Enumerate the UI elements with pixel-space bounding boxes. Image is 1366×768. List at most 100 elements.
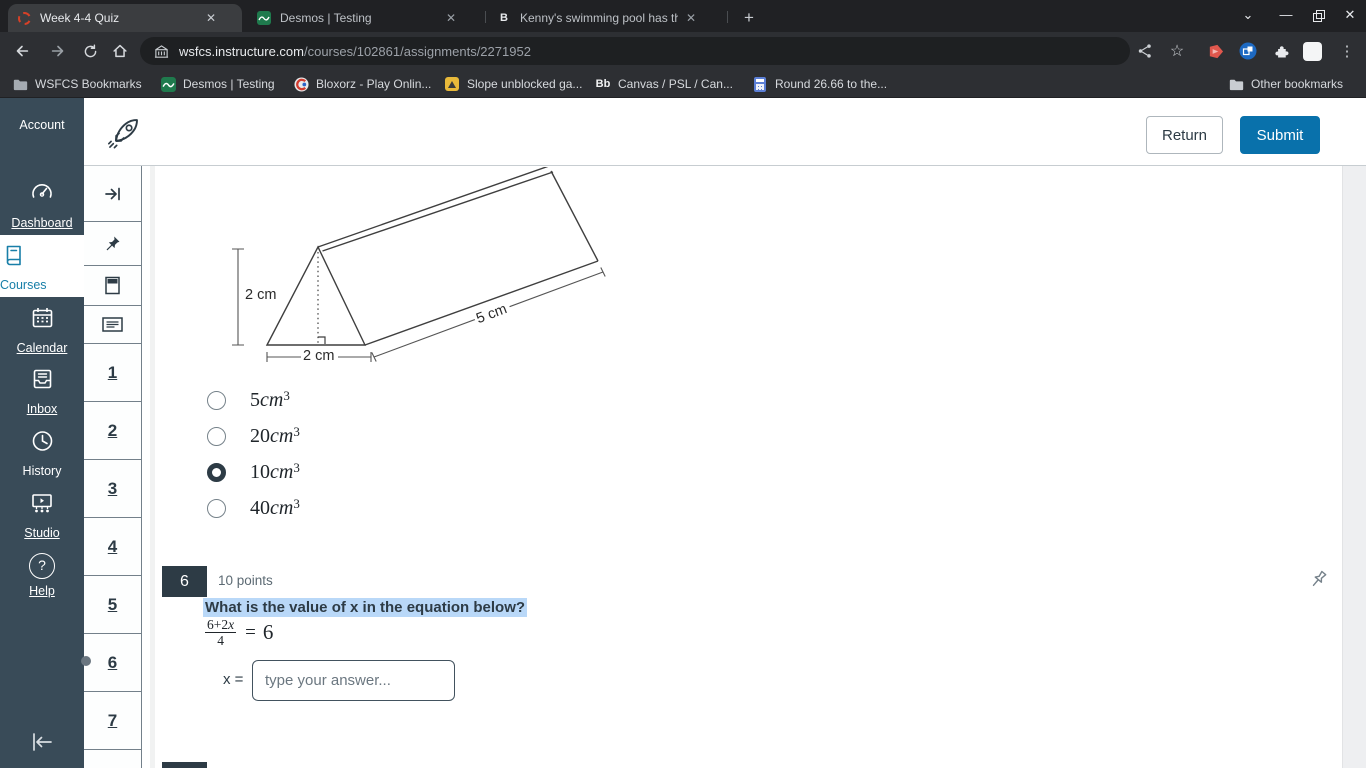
notebook-icon (105, 276, 120, 295)
question-nav-item-3[interactable]: 3 (84, 460, 141, 518)
pushpin-icon (106, 236, 120, 251)
option-label: 40cm3 (250, 496, 300, 519)
bookmark-desmos[interactable]: Desmos | Testing (160, 70, 275, 98)
help-question-icon: ? (29, 553, 55, 579)
minimize-window-button[interactable]: — (1270, 0, 1302, 32)
length-dim-label: 5 cm (471, 298, 513, 327)
notebook-tool-button[interactable] (84, 266, 141, 306)
tab-desmos-testing[interactable]: Desmos | Testing ✕ (248, 4, 482, 32)
other-bookmarks-folder[interactable]: Other bookmarks (1228, 70, 1343, 98)
radio-button[interactable] (207, 426, 226, 446)
fraction: 6+2x 4 (205, 617, 237, 648)
bookmark-bloxorz[interactable]: Bloxorz - Play Onlin... (293, 70, 431, 98)
inbox-icon (33, 369, 51, 389)
url-text: wsfcs.instructure.com/courses/102861/ass… (179, 44, 531, 59)
arrow-to-bar-icon (104, 187, 120, 200)
rocket-icon (107, 119, 138, 149)
option-label: 20cm3 (250, 424, 300, 447)
folder-icon (12, 76, 28, 92)
bookmark-star-icon[interactable]: ☆ (1164, 39, 1190, 63)
extension-red-icon[interactable] (1202, 39, 1228, 63)
bookmark-canvas-psl[interactable]: Bb Canvas / PSL / Can... (595, 70, 733, 98)
bookmark-slope[interactable]: Slope unblocked ga... (444, 70, 582, 98)
answer-option[interactable]: 5cm3 (207, 388, 290, 412)
next-question-badge-partial (162, 762, 207, 768)
sidebar-item-help[interactable]: ? Help (0, 553, 84, 600)
sidebar-item-account[interactable]: Account (0, 111, 84, 134)
question-nav-item-2[interactable]: 2 (84, 402, 141, 460)
home-button[interactable] (106, 37, 134, 65)
tab-title: Desmos | Testing (280, 11, 372, 25)
scrollbar-gutter[interactable] (1342, 166, 1366, 768)
url-path: /courses/102861/assignments/2271952 (303, 43, 531, 59)
restore-window-button[interactable] (1302, 0, 1334, 32)
new-tab-button[interactable]: + (736, 5, 762, 31)
tab-week-4-4-quiz[interactable]: Week 4-4 Quiz ✕ (8, 4, 242, 32)
sidebar-item-inbox[interactable]: Inbox (0, 366, 84, 418)
question-prompt: What is the value of x in the equation b… (203, 598, 528, 617)
browser-toolbar: wsfcs.instructure.com/courses/102861/ass… (0, 32, 1366, 70)
quiz-content: 2 cm 2 cm 5 cm 5cm3 20cm3 10cm3 40cm3 6 … (162, 166, 1342, 768)
question-nav-item-1[interactable]: 1 (84, 344, 141, 402)
profile-avatar[interactable] (1299, 39, 1325, 63)
browser-menu-kebab-icon[interactable]: ⋮ (1334, 39, 1360, 63)
submit-button[interactable]: Submit (1240, 116, 1320, 154)
sidebar-item-calendar[interactable]: Calendar (0, 305, 84, 357)
notes-card-button[interactable] (84, 306, 141, 344)
close-tab-icon[interactable]: ✕ (202, 11, 220, 25)
back-button[interactable] (8, 37, 36, 65)
pinned-questions-button[interactable] (84, 222, 141, 266)
bookmark-label: Round 26.66 to the... (775, 77, 888, 91)
bookmark-round-26[interactable]: Round 26.66 to the... (752, 70, 887, 98)
question-nav-item-4[interactable]: 4 (84, 518, 141, 576)
skip-to-question-button[interactable] (84, 166, 141, 222)
question-nav-item-6[interactable]: 6 (84, 634, 141, 692)
history-clock-icon (32, 431, 52, 451)
forward-button[interactable] (44, 37, 72, 65)
bookmark-wsfcs-folder[interactable]: WSFCS Bookmarks (12, 70, 142, 98)
answer-option[interactable]: 20cm3 (207, 424, 300, 448)
sidebar-item-label: Courses (0, 278, 47, 292)
collapse-nav-button[interactable] (0, 730, 84, 759)
sidebar-item-courses[interactable]: Courses (0, 235, 84, 297)
tab-kennys-swimming-pool[interactable]: B Kenny's swimming pool has the ✕ (488, 4, 722, 32)
pin-question-icon[interactable] (1306, 568, 1330, 592)
calculator-icon (752, 76, 768, 92)
desmos-icon (160, 76, 176, 92)
radio-button-selected[interactable] (207, 462, 226, 482)
sidebar-item-label: Dashboard (11, 216, 73, 230)
bookmarks-bar: WSFCS Bookmarks Desmos | Testing Bloxorz… (0, 70, 1366, 98)
question-number-badge: 6 (162, 566, 207, 597)
reload-button[interactable] (76, 37, 104, 65)
tab-search-chevron-icon[interactable]: ⌄ (1232, 0, 1264, 32)
sidebar-item-studio[interactable]: Studio (0, 490, 84, 542)
sidebar-item-label: Studio (24, 526, 60, 540)
extension-blue-icon[interactable] (1235, 39, 1261, 63)
sidebar-item-dashboard[interactable]: Dashboard (0, 180, 84, 232)
answer-option[interactable]: 40cm3 (207, 496, 300, 520)
address-bar[interactable]: wsfcs.instructure.com/courses/102861/ass… (140, 37, 1130, 65)
letter-b-favicon-icon: B (500, 12, 508, 24)
close-tab-icon[interactable]: ✕ (682, 11, 700, 25)
svg-text:2 cm: 2 cm (245, 287, 276, 303)
base-dim-label: 2 cm (301, 347, 338, 364)
question-nav-item-7[interactable]: 7 (84, 692, 141, 750)
answer-input[interactable] (252, 660, 455, 701)
sidebar-item-history[interactable]: History (0, 428, 84, 480)
radio-button[interactable] (207, 390, 226, 410)
institution-building-icon (154, 44, 169, 58)
calendar-icon (32, 308, 52, 328)
return-button[interactable]: Return (1146, 116, 1223, 154)
collapse-arrow-icon (33, 733, 52, 751)
share-icon[interactable] (1132, 39, 1158, 63)
question-navigator: 1 2 3 4 5 6 7 (84, 166, 142, 768)
answer-option[interactable]: 10cm3 (207, 460, 300, 484)
nav-content-gutter (150, 166, 155, 768)
close-window-button[interactable]: ✕ (1334, 0, 1366, 32)
sidebar-item-label: Calendar (16, 341, 68, 355)
close-tab-icon[interactable]: ✕ (442, 11, 460, 25)
question-nav-item-5[interactable]: 5 (84, 576, 141, 634)
radio-button[interactable] (207, 498, 226, 518)
tab-title: Week 4-4 Quiz (40, 11, 120, 25)
extensions-puzzle-icon[interactable] (1268, 39, 1294, 63)
